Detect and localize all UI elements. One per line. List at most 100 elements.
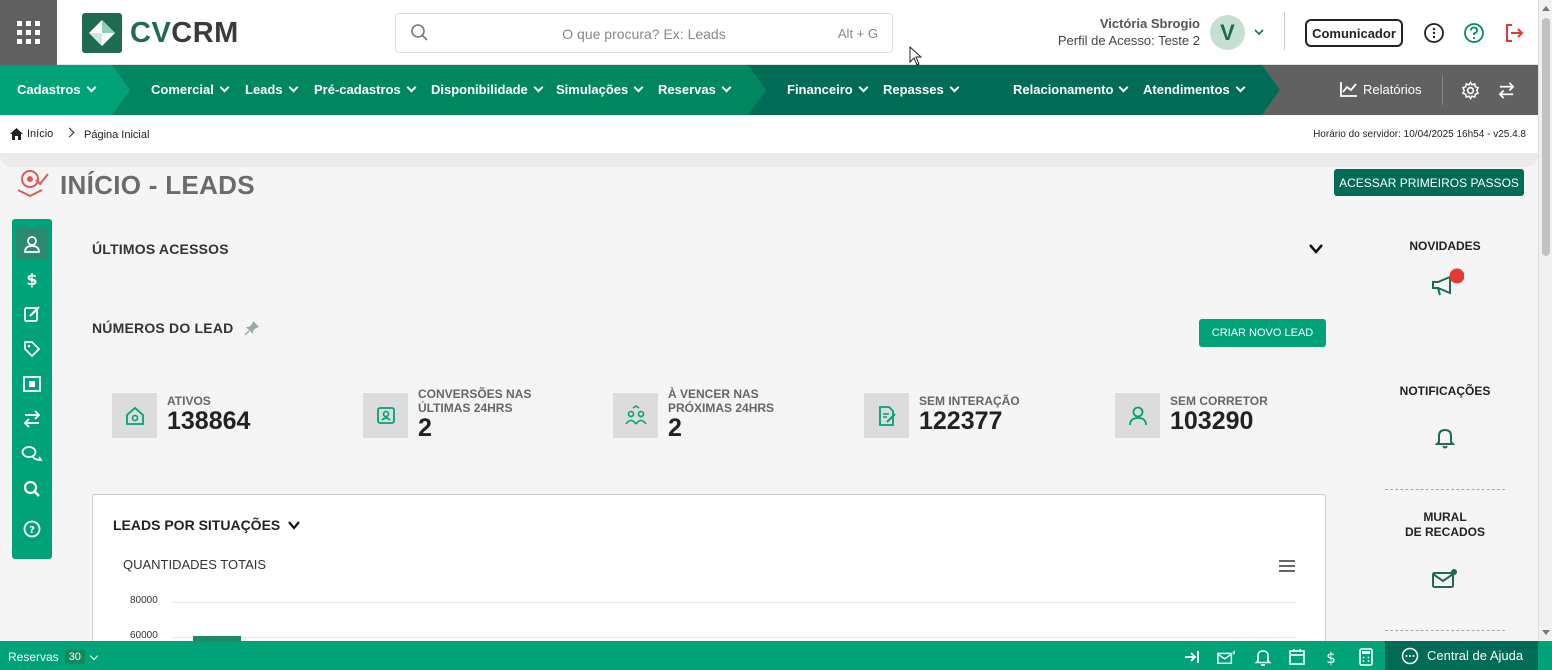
svg-text:★: ★ [1231, 648, 1235, 657]
nav-background [0, 65, 1538, 115]
users-icon [613, 393, 658, 438]
rail-units[interactable] [16, 368, 48, 400]
stat-value: 2 [668, 414, 682, 442]
user-name: Victória Sbrogio [1099, 16, 1200, 31]
help-center-button[interactable]: Central de Ajuda [1385, 641, 1538, 670]
stat-no-broker[interactable]: SEM CORRETOR 103290 [1115, 386, 1345, 446]
user-info[interactable]: Victória Sbrogio Perfil de Acesso: Teste… [1040, 16, 1200, 48]
nav-simulacoes[interactable]: Simulações [556, 82, 644, 97]
stat-expiring[interactable]: À VENCER NAS PRÓXIMAS 24HRS 2 [613, 386, 843, 446]
chevron-down-icon [533, 82, 544, 93]
nav-reports[interactable]: Relatórios [1339, 80, 1422, 98]
chevron-down-icon [858, 82, 869, 93]
bell-icon[interactable] [1254, 648, 1272, 666]
person-icon [24, 236, 40, 253]
chevron-down-icon [1118, 82, 1129, 93]
divider [1385, 489, 1505, 490]
stat-active[interactable]: ATIVOS 138864 [112, 386, 342, 446]
pin-icon[interactable] [244, 320, 260, 336]
person-icon [1115, 393, 1160, 438]
chart-subtitle: QUANTIDADES TOTAIS [123, 557, 267, 572]
chevron-down-icon [219, 82, 230, 93]
gridline [173, 602, 1296, 603]
last-access-heading[interactable]: ÚLTIMOS ACESSOS [92, 241, 229, 257]
scrollbar[interactable] [1538, 0, 1552, 641]
search-icon [23, 480, 40, 497]
communicator-button[interactable]: Comunicador [1305, 19, 1403, 47]
swap-icon [23, 410, 41, 428]
avatar[interactable]: V [1210, 15, 1245, 50]
nav-pre-cadastros[interactable]: Pré-cadastros [314, 82, 417, 97]
dollar-icon[interactable]: $ [1322, 648, 1340, 666]
y-tick-label: 60000 [130, 630, 158, 641]
megaphone-icon[interactable] [1430, 267, 1464, 297]
footer-bar: Reservas 30 ★ $ Central de Ajuda [0, 641, 1552, 670]
help-icon[interactable] [1463, 22, 1485, 44]
logo-text: CVCRM [130, 16, 239, 49]
content-shadow [0, 153, 1538, 167]
stat-conversions[interactable]: CONVERSÕES NAS ÚLTIMAS 24HRS 2 [363, 386, 593, 446]
search-placeholder[interactable]: O que procura? Ex: Leads [396, 26, 892, 42]
stat-no-interaction[interactable]: SEM INTERAÇÃO 122377 [864, 386, 1094, 446]
page-title: INÍCIO - LEADS [60, 170, 255, 200]
chat-icon [21, 446, 43, 461]
chevron-down-icon[interactable] [1253, 26, 1265, 38]
nav-comercial[interactable]: Comercial [151, 82, 230, 97]
nav-repasses[interactable]: Repasses [883, 82, 960, 97]
lead-numbers-heading: NÚMEROS DO LEAD [92, 320, 234, 336]
chart-menu-icon[interactable] [1279, 560, 1295, 575]
nav-relacionamento[interactable]: Relacionamento [1013, 82, 1129, 97]
chevron-down-icon [949, 82, 960, 93]
scroll-down-icon[interactable] [1542, 630, 1550, 635]
calendar-icon[interactable] [1288, 648, 1306, 666]
nav-disponibilidade[interactable]: Disponibilidade [431, 82, 544, 97]
search-shortcut: Alt + G [837, 26, 878, 41]
rail-transfer[interactable] [16, 403, 48, 435]
breadcrumb-current: Página Inicial [84, 129, 150, 141]
scroll-thumb[interactable] [1542, 18, 1550, 256]
rail-financial[interactable]: $ [16, 263, 48, 295]
rail-help[interactable]: ? [16, 513, 48, 545]
nav-atendimentos[interactable]: Atendimentos [1143, 82, 1246, 97]
chart-card-title[interactable]: LEADS POR SITUAÇÕES [113, 517, 301, 533]
nav-reservas[interactable]: Reservas [658, 82, 732, 97]
notifications-heading: NOTIFICAÇÕES [1399, 384, 1491, 398]
apps-menu-button[interactable] [0, 0, 57, 65]
info-icon[interactable] [1423, 22, 1445, 44]
rail-edit[interactable] [16, 298, 48, 330]
nav-financeiro[interactable]: Financeiro [787, 82, 869, 97]
stat-value: 103290 [1170, 407, 1254, 435]
bell-icon[interactable] [1435, 427, 1455, 449]
gear-icon[interactable] [1461, 81, 1480, 100]
rail-search[interactable] [16, 473, 48, 505]
svg-text:$: $ [26, 270, 37, 288]
mail-icon[interactable] [1432, 568, 1458, 588]
collapse-right-icon[interactable] [1183, 648, 1201, 666]
first-steps-button[interactable]: ACESSAR PRIMEIROS PASSOS [1334, 169, 1524, 196]
stat-label: CONVERSÕES NAS ÚLTIMAS 24HRS [418, 387, 532, 415]
rail-leads[interactable] [16, 228, 48, 260]
mail-star-icon[interactable]: ★ [1217, 648, 1235, 666]
stat-value: 2 [418, 414, 432, 442]
global-search[interactable]: O que procura? Ex: Leads Alt + G [395, 13, 893, 53]
chevron-down-icon[interactable] [1308, 243, 1324, 255]
chevron-down-icon [406, 82, 417, 93]
breadcrumb-home[interactable]: Início [10, 128, 53, 140]
calculator-icon[interactable] [1357, 648, 1375, 666]
reservations-widget[interactable]: Reservas 30 [8, 650, 99, 664]
user-profile: Perfil de Acesso: Teste 2 [1057, 33, 1200, 48]
main-nav: Cadastros Comercial Leads Pré-cadastros … [0, 65, 1538, 115]
rail-tags[interactable] [16, 333, 48, 365]
create-lead-button[interactable]: CRIAR NOVO LEAD [1199, 319, 1326, 347]
rail-chat[interactable] [16, 438, 48, 470]
divider [1385, 630, 1505, 631]
stat-label: SEM INTERAÇÃO [919, 394, 1020, 408]
swap-icon[interactable] [1497, 81, 1516, 100]
nav-cadastros[interactable]: Cadastros [17, 82, 97, 97]
building-icon [23, 376, 41, 392]
logout-icon[interactable] [1503, 22, 1525, 44]
logo[interactable]: CVCRM [82, 13, 239, 53]
grid-icon [17, 21, 40, 44]
nav-leads[interactable]: Leads [245, 82, 299, 97]
scroll-up-icon[interactable] [1542, 6, 1550, 11]
